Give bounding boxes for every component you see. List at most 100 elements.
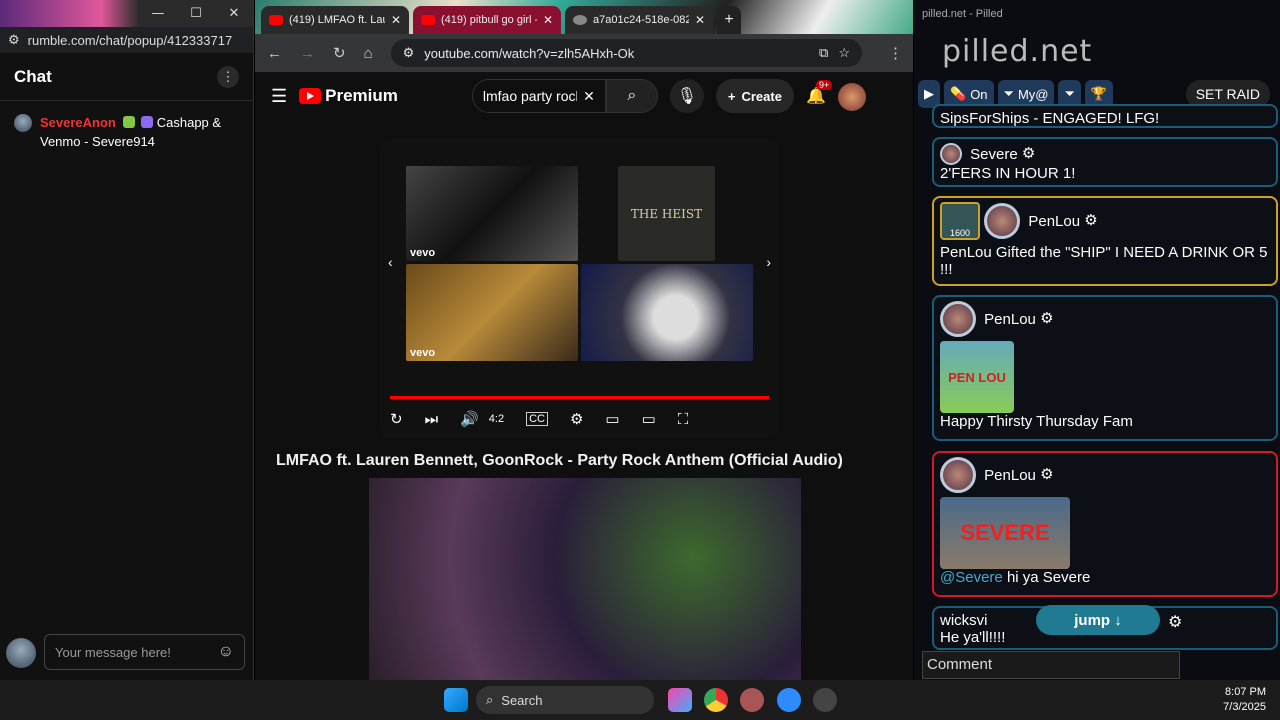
bookmark-star-icon[interactable]: ☆ (838, 45, 850, 61)
youtube-logo[interactable]: Premium (299, 86, 398, 106)
nav-bar: ← → ↻ ⌂ ⚙ youtube.com/watch?v=zlh5AHxh-O… (255, 34, 913, 72)
vevo-label: vevo (410, 347, 436, 359)
chat-username[interactable]: PenLou (1028, 213, 1080, 230)
endscreen-video-1[interactable]: vevo (406, 166, 578, 261)
volume-icon[interactable]: 🔊 (460, 410, 479, 428)
taskbar-search[interactable]: ⌕ Search (476, 686, 654, 714)
search-input[interactable]: lmfao party rock ✕ (471, 79, 606, 113)
chat-header: Chat ⋮ (0, 53, 253, 101)
prev-arrow-icon[interactable]: ‹ (388, 254, 393, 270)
gear-icon[interactable]: ⚙ (1168, 612, 1182, 632)
progress-bar[interactable] (390, 396, 769, 399)
jump-button[interactable]: jump ↓ (1036, 605, 1160, 635)
settings-icon[interactable]: ⚙ (570, 410, 583, 428)
maximize-button[interactable]: ☐ (177, 0, 215, 27)
theater-icon[interactable]: ▭ (642, 410, 656, 428)
microphone-icon: 🎙 (676, 88, 698, 105)
tab-title: (419) pitbull go girl - (441, 14, 537, 26)
tab-title: (419) LMFAO ft. Laure (289, 14, 385, 26)
tab-close-icon[interactable]: ✕ (543, 13, 553, 27)
search-button[interactable]: ⌕ (605, 79, 658, 113)
chat-text-row: @Severe hi ya Severe (940, 569, 1270, 586)
rumble-chat-window: — ☐ ✕ ⚙ rumble.com/chat/popup/412333717 … (0, 0, 254, 680)
message-username[interactable]: SevereAnon (40, 115, 116, 130)
system-clock[interactable]: 8:07 PM 7/3/2025 (1223, 685, 1266, 715)
left-titlebar: — ☐ ✕ (0, 0, 253, 27)
start-icon[interactable] (444, 688, 468, 712)
back-icon[interactable]: ← (267, 45, 282, 62)
clear-search-icon[interactable]: ✕ (583, 88, 595, 105)
chat-image[interactable]: SEVERE (940, 497, 1070, 569)
emoji-icon[interactable]: ☺ (218, 643, 234, 661)
tab-pitbull[interactable]: (419) pitbull go girl - ✕ (413, 6, 561, 34)
chat-card-gift: 1600 PenLou ⚙ PenLou Gifted the "SHIP" I… (932, 196, 1278, 286)
voice-search-button[interactable]: 🎙 (669, 79, 704, 113)
trophy-icon: 🏆 (1090, 86, 1108, 101)
video-player[interactable]: vevo THE HEIST vevo ‹ › ↻ ⏭ 🔊 4:2 CC ⚙ ▭… (380, 139, 779, 438)
chat-text: 2'FERS IN HOUR 1! (940, 165, 1076, 182)
gear-icon[interactable]: ⚙ (1084, 212, 1097, 229)
play-icon: ▶ (924, 86, 934, 101)
open-in-app-icon[interactable]: ⧉ (819, 45, 828, 61)
create-label: Create (741, 88, 782, 104)
next-icon[interactable]: ⏭ (425, 411, 439, 428)
chat-username[interactable]: wicksvi (940, 612, 988, 629)
chat-image[interactable]: PEN LOU (940, 341, 1014, 413)
home-icon[interactable]: ⌂ (364, 45, 373, 62)
replay-icon[interactable]: ↻ (390, 410, 403, 428)
tab-lmfao[interactable]: (419) LMFAO ft. Laure ✕ (261, 6, 409, 34)
avatar (14, 114, 32, 132)
gear-icon[interactable]: ⚙ (1040, 466, 1053, 483)
zoom-icon[interactable] (777, 688, 801, 712)
minimize-button[interactable]: — (139, 0, 177, 27)
chat-text: Happy Thirsty Thursday Fam (940, 413, 1133, 430)
endscreen-video-3[interactable] (581, 264, 753, 361)
gear-icon[interactable]: ⚙ (1040, 310, 1053, 327)
forward-icon[interactable]: → (300, 45, 315, 62)
pilled-logo: pilled.net (942, 34, 1093, 69)
youtube-logo-icon (299, 88, 322, 104)
chat-input[interactable]: Your message here! ☺ (44, 634, 245, 670)
chat-card-mention: PenLou ⚙ SEVERE @Severe hi ya Severe (932, 451, 1278, 597)
create-button[interactable]: + Create (715, 79, 794, 113)
site-info-icon[interactable]: ⚙ (8, 32, 20, 48)
menu-icon[interactable]: ☰ (271, 86, 287, 107)
app-icon[interactable] (740, 688, 764, 712)
chat-username[interactable]: Severe (970, 146, 1018, 163)
video-title: LMFAO ft. Lauren Bennett, GoonRock - Par… (276, 452, 843, 469)
miniplayer-icon[interactable]: ▭ (605, 410, 619, 428)
tab-title: a7a01c24-518e-082b (593, 14, 689, 26)
search-icon: ⌕ (486, 692, 494, 707)
chat-username[interactable]: PenLou (984, 311, 1036, 328)
gear-icon[interactable]: ⚙ (1022, 145, 1035, 162)
left-urlbar[interactable]: ⚙ rumble.com/chat/popup/412333717 (0, 27, 253, 53)
next-arrow-icon[interactable]: › (766, 254, 771, 270)
account-avatar[interactable] (837, 82, 866, 111)
close-button[interactable]: ✕ (215, 0, 253, 27)
endscreen-video-2[interactable]: vevo (406, 264, 578, 361)
tab-other[interactable]: a7a01c24-518e-082b ✕ (565, 6, 713, 34)
chat-text: PenLou Gifted the "SHIP" I NEED A DRINK … (940, 244, 1268, 278)
tab-close-icon[interactable]: ✕ (391, 13, 401, 27)
chat-username[interactable]: PenLou (984, 467, 1036, 484)
site-info-icon[interactable]: ⚙ (403, 45, 415, 61)
address-bar[interactable]: ⚙ youtube.com/watch?v=zlh5AHxh-Ok ⧉ ☆ (390, 39, 862, 67)
chrome-icon[interactable] (704, 688, 728, 712)
tab-close-icon[interactable]: ✕ (695, 13, 705, 27)
cc-icon[interactable]: CC (526, 412, 548, 426)
endscreen-album[interactable]: THE HEIST (618, 166, 715, 261)
chat-message: SevereAnon Cashapp & Venmo - Severe914 (0, 101, 253, 163)
notifications-icon[interactable]: 🔔 9+ (806, 80, 833, 106)
extension-icon[interactable]: ⋮ (888, 44, 903, 62)
chat-menu-icon[interactable]: ⋮ (217, 65, 239, 88)
copilot-icon[interactable] (668, 688, 692, 712)
new-tab-button[interactable]: + (717, 6, 741, 34)
comment-input[interactable]: Comment (922, 651, 1180, 679)
chat-card: PenLou ⚙ PEN LOU Happy Thirsty Thursday … (932, 295, 1278, 441)
fullscreen-icon[interactable]: ⛶ (678, 411, 689, 428)
gift-badge: 1600 (940, 202, 980, 240)
obs-icon[interactable] (813, 688, 837, 712)
user-avatar (6, 637, 36, 668)
reload-icon[interactable]: ↻ (333, 44, 346, 62)
mention[interactable]: @Severe (940, 569, 1003, 586)
